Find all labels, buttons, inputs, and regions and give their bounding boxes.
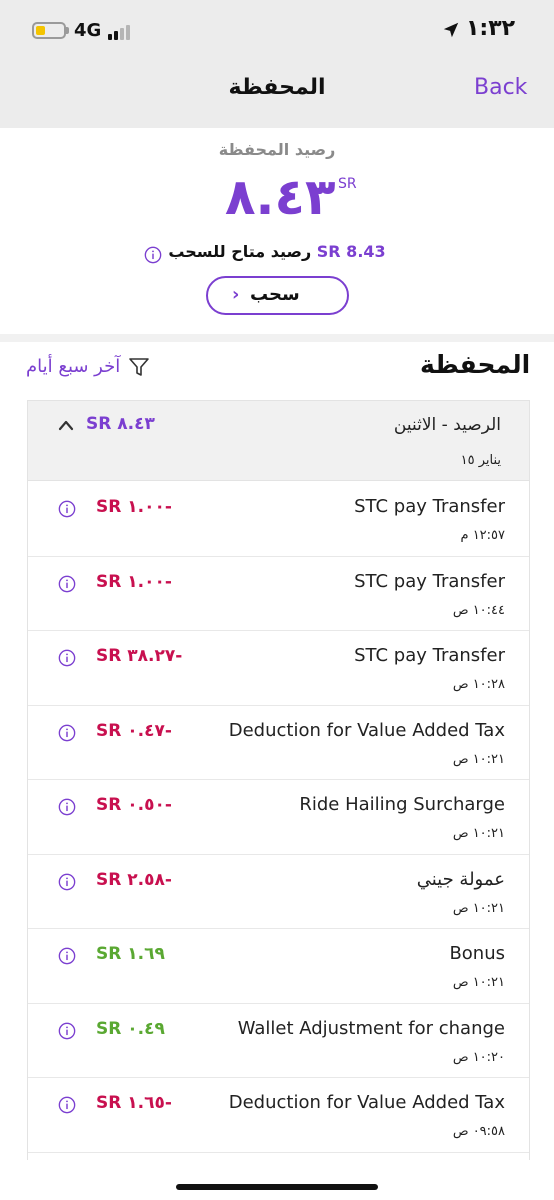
info-icon[interactable]	[58, 500, 76, 518]
transaction-time: ٠٩:٥٨ ص	[452, 1124, 505, 1139]
info-icon[interactable]	[144, 246, 162, 264]
transaction-row[interactable]: SR ٠.٤٧- Deduction for Value Added Tax ١٠:…	[28, 705, 529, 780]
balance-currency: SR	[338, 176, 357, 192]
transactions-list: SR ٨.٤٣ الرصيد - الاثنين يناير ١٥ SR ١.٠…	[27, 400, 530, 1160]
status-bar: 4G ١:٣٢	[0, 0, 554, 60]
balance-label: رصيد المحفظة	[218, 140, 336, 159]
balance-card: رصيد المحفظة ٨.٤٣ SR رصيد متاح للسحب SR …	[0, 128, 554, 334]
page-title: المحفظة	[228, 75, 326, 100]
transaction-title: عمولة جيني	[416, 868, 505, 890]
date-filter-label[interactable]: آخر سبع أيام	[26, 356, 120, 377]
info-icon[interactable]	[58, 873, 76, 891]
transaction-amount: SR ١.٦٥-	[96, 1093, 172, 1113]
transaction-time: ١٠:٢١ ص	[452, 826, 505, 841]
transaction-time: ١٠:٤٤ ص	[452, 602, 505, 618]
withdraw-label: سحب	[250, 284, 300, 305]
available-balance-label: رصيد متاح للسحب	[168, 242, 312, 261]
transaction-amount: SR ٠.٤٧-	[96, 720, 172, 741]
day-total: SR ٨.٤٣	[86, 414, 155, 434]
nav-bar: المحفظة Back	[0, 60, 554, 128]
transaction-amount: SR ١.٠٠-	[96, 497, 172, 517]
day-label: الرصيد - الاثنين	[393, 415, 501, 435]
transaction-amount: SR ٠.٤٩	[96, 1018, 165, 1039]
info-icon[interactable]	[58, 649, 76, 667]
withdraw-button[interactable]: › سحب	[206, 276, 349, 315]
transaction-time: ١٠:٢٠ ص	[452, 1049, 505, 1065]
transaction-time: ١٠:٢١ ص	[452, 751, 505, 767]
transaction-row[interactable]: SR ٠.٥٠- Ride Hailing Surcharge ١٠:٢١ ص	[28, 780, 529, 855]
transaction-title: Deduction for Value Added Tax	[228, 719, 505, 741]
info-icon[interactable]	[58, 575, 76, 593]
transaction-row[interactable]: SR ٠.٤٩ Wallet Adjustment for change ١٠:٢٠…	[28, 1003, 529, 1078]
transaction-amount: SR ١.٦٩	[96, 944, 165, 964]
home-indicator	[176, 1184, 378, 1190]
battery-icon	[32, 22, 66, 39]
transaction-title: Wallet Adjustment for change	[237, 1017, 505, 1039]
info-icon[interactable]	[58, 798, 76, 816]
chevron-up-icon[interactable]	[58, 419, 74, 431]
transaction-row[interactable]: SR ١.٦٥- Deduction for Value Added Tax ٠٩:…	[28, 1078, 529, 1153]
transaction-title: Deduction for Value Added Tax	[228, 1092, 505, 1113]
info-icon[interactable]	[58, 1096, 76, 1114]
transaction-amount: SR ١.٠٠-	[96, 571, 172, 592]
transaction-row[interactable]: SR ١.٦٩ Bonus ١٠:٢١ ص	[28, 929, 529, 1004]
transaction-row[interactable]: SR ١.٠٠- STC pay Transfer ١٢:٥٧ م	[28, 482, 529, 557]
available-balance-amount: SR 8.43	[316, 242, 386, 261]
transaction-row[interactable]: SR ٣٨.٢٧- STC pay Transfer ١٠:٢٨ ص	[28, 631, 529, 706]
transaction-title: Ride Hailing Surcharge	[299, 794, 505, 815]
available-balance-row: رصيد متاح للسحب SR 8.43	[0, 242, 554, 261]
transaction-title: STC pay Transfer	[354, 645, 505, 666]
transaction-time: ١٠:٢٨ ص	[452, 677, 505, 692]
transaction-time: ١٢:٥٧ م	[460, 528, 506, 543]
chevron-right-icon: ›	[232, 284, 240, 305]
transaction-title: Bonus	[449, 943, 505, 964]
battery-tip	[66, 27, 69, 34]
status-time: ١:٣٢	[466, 16, 516, 41]
back-button[interactable]: Back	[474, 75, 527, 100]
transaction-amount: SR ٢.٥٨-	[96, 869, 172, 890]
transaction-row[interactable]: SR ٢.٥٨- عمولة جيني ١٠:٢١ ص	[28, 854, 529, 929]
section-divider	[0, 334, 554, 342]
signal-icon	[108, 24, 132, 40]
transaction-time: ١٠:٢١ ص	[452, 975, 505, 990]
balance-amount: ٨.٤٣	[225, 168, 336, 226]
transaction-time: ١٠:٢١ ص	[452, 900, 505, 916]
info-icon[interactable]	[58, 724, 76, 742]
location-arrow-icon	[443, 22, 459, 38]
transaction-title: STC pay Transfer	[354, 496, 505, 517]
day-group-header[interactable]: SR ٨.٤٣ الرصيد - الاثنين يناير ١٥	[28, 401, 529, 481]
info-icon[interactable]	[58, 947, 76, 965]
network-type: 4G	[74, 20, 102, 41]
day-date: يناير ١٥	[460, 453, 501, 468]
info-icon[interactable]	[58, 1022, 76, 1040]
transaction-title: STC pay Transfer	[354, 570, 505, 592]
transaction-row[interactable]: SR ١.٠٠- STC pay Transfer ١٠:٤٤ ص	[28, 556, 529, 631]
transaction-amount: SR ٣٨.٢٧-	[96, 646, 183, 666]
transaction-amount: SR ٠.٥٠-	[96, 795, 172, 815]
filter-icon[interactable]	[128, 356, 150, 378]
wallet-section-title: المحفظة	[420, 350, 531, 379]
